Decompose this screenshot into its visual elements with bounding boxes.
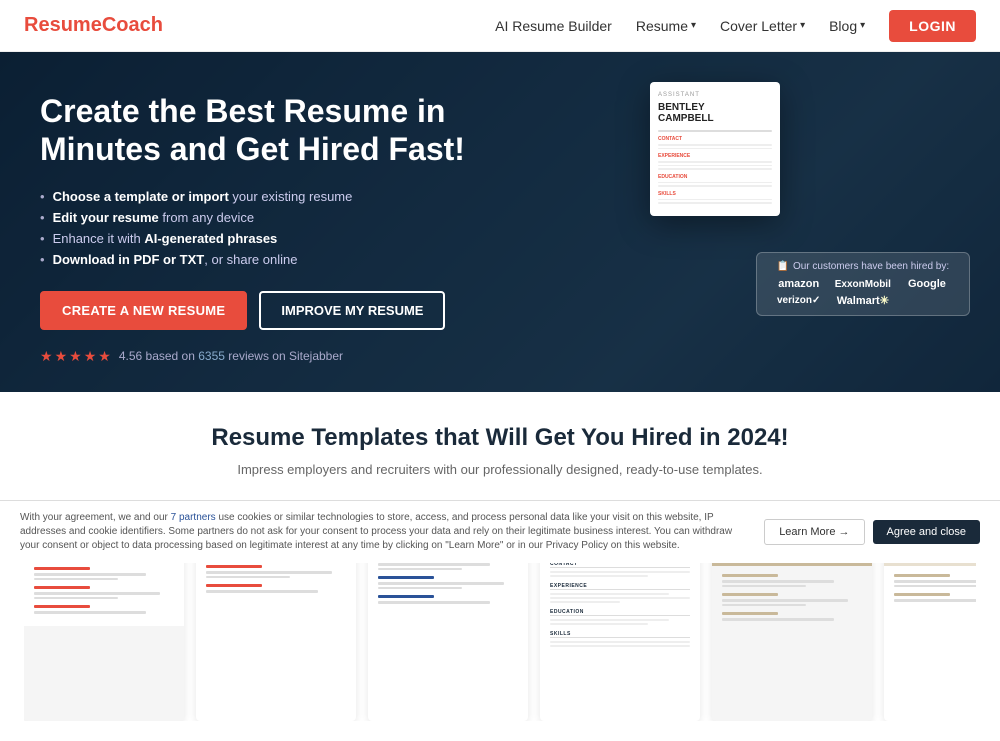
templates-subtitle: Impress employers and recruiters with ou… (24, 462, 976, 477)
learn-more-button[interactable]: Learn More → (764, 519, 864, 545)
exxonmobil-logo: ExxonMobil (835, 279, 891, 290)
create-resume-button[interactable]: CREATE A NEW RESUME (40, 291, 247, 330)
hired-by-logos: amazon ExxonMobil Google verizon✓ Walmar… (771, 278, 955, 307)
login-button[interactable]: LOGIN (889, 10, 976, 42)
google-logo: Google (899, 278, 955, 290)
chevron-down-icon: ▾ (691, 20, 696, 31)
chevron-down-icon: ▾ (860, 20, 865, 31)
star-2: ★ (55, 348, 68, 365)
bullet-3: Enhance it with AI-generated phrases (40, 231, 500, 246)
star-3: ★ (69, 348, 82, 365)
bullet-1: Choose a template or import your existin… (40, 189, 500, 204)
hired-by-label: 📋 Our customers have been hired by: (771, 261, 955, 272)
walmart-logo: Walmart✳ (835, 294, 891, 307)
agree-close-button[interactable]: Agree and close (873, 520, 981, 544)
navbar: ResumeCoach AI Resume Builder Resume ▾ C… (0, 0, 1000, 52)
hero-title: Create the Best Resume in Minutes and Ge… (40, 92, 500, 169)
star-5: ★ (98, 348, 111, 365)
hero-rating: ★ ★ ★ ★ ★ 4.56 based on 6355 reviews on … (40, 348, 500, 365)
partners-link[interactable]: 7 partners (171, 512, 216, 523)
chevron-down-icon: ▾ (800, 20, 805, 31)
logo-first: Resume (24, 14, 102, 36)
hero-buttons: CREATE A NEW RESUME IMPROVE MY RESUME (40, 291, 500, 330)
hero-bullets: Choose a template or import your existin… (40, 189, 500, 267)
logo[interactable]: ResumeCoach (24, 14, 163, 37)
templates-section: Resume Templates that Will Get You Hired… (0, 392, 1000, 741)
card-name: BENTLEY CAMPBELL (658, 102, 772, 124)
verizon-logo: verizon✓ (771, 295, 827, 306)
templates-title: Resume Templates that Will Get You Hired… (24, 424, 976, 452)
improve-resume-button[interactable]: IMPROVE MY RESUME (259, 291, 445, 330)
cookie-buttons: Learn More → Agree and close (764, 519, 980, 545)
star-rating: ★ ★ ★ ★ ★ (40, 348, 111, 365)
cookie-banner: With your agreement, we and our 7 partne… (0, 500, 1000, 563)
star-4: ★ (84, 348, 97, 365)
rating-count-link[interactable]: 6355 (198, 349, 225, 363)
nav-cover-letter[interactable]: Cover Letter ▾ (720, 18, 805, 34)
hero-content: Create the Best Resume in Minutes and Ge… (0, 52, 540, 365)
card-label: ASSISTANT (658, 92, 772, 98)
nav-blog[interactable]: Blog ▾ (829, 18, 865, 34)
nav-resume[interactable]: Resume ▾ (636, 18, 696, 34)
hero-resume-card: ASSISTANT BENTLEY CAMPBELL Contact Exper… (650, 82, 780, 216)
amazon-logo: amazon (771, 278, 827, 290)
star-1: ★ (40, 348, 53, 365)
logo-second: Coach (102, 14, 163, 36)
nav-ai-resume-builder[interactable]: AI Resume Builder (495, 18, 612, 34)
card-divider (658, 130, 772, 132)
bullet-4: Download in PDF or TXT, or share online (40, 252, 500, 267)
hired-by-section: 📋 Our customers have been hired by: amaz… (756, 252, 970, 316)
rating-text: 4.56 based on 6355 reviews on Sitejabber (119, 349, 343, 363)
hero-section: Create the Best Resume in Minutes and Ge… (0, 52, 1000, 392)
bullet-2: Edit your resume from any device (40, 210, 500, 225)
cookie-text: With your agreement, we and our 7 partne… (20, 511, 748, 553)
nav-links: AI Resume Builder Resume ▾ Cover Letter … (495, 10, 976, 42)
